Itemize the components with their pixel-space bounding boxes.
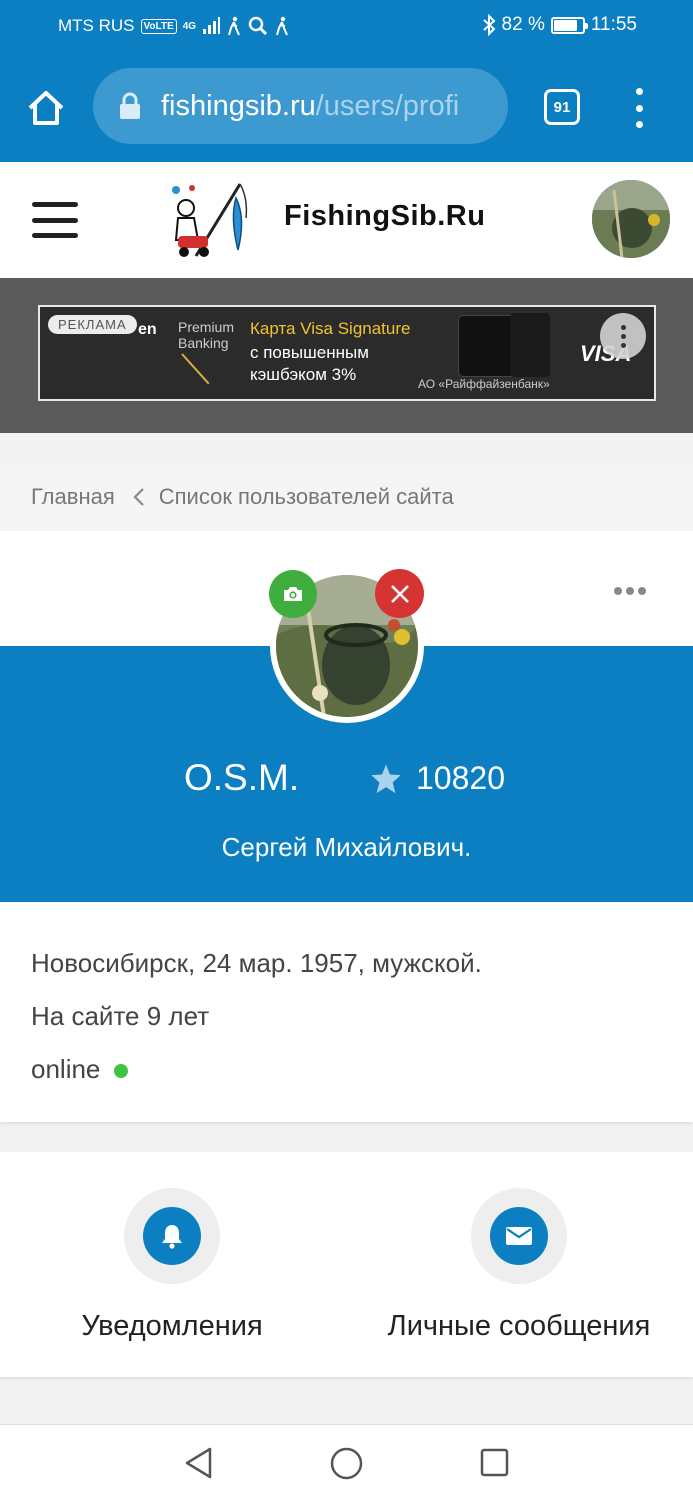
camera-icon [284, 587, 302, 601]
lock-icon [120, 92, 140, 119]
breadcrumb: Главная Список пользователей сайта [0, 463, 693, 531]
battery-fill [553, 19, 577, 31]
profile-details: Новосибирск, 24 мар. 1957, мужской. [31, 948, 482, 978]
ad-title: Карта Visa Signature [250, 319, 411, 338]
chevron-left-icon [133, 488, 144, 506]
battery-icon [550, 16, 588, 34]
notifications-button[interactable]: Уведомления [12, 1188, 332, 1343]
profile-info-card: Новосибирск, 24 мар. 1957, мужской. На с… [0, 902, 693, 1122]
system-nav-bar [0, 1424, 693, 1500]
ad-premium-line1: Premium [178, 319, 235, 335]
messages-button[interactable]: Личные сообщения [359, 1188, 679, 1343]
url-domain: fishingsib.ru [161, 89, 316, 122]
walking-icon-2 [276, 16, 288, 36]
profile-actions: Уведомления Личные сообщения [0, 1152, 693, 1377]
fisherman-logo-icon[interactable] [166, 178, 256, 262]
ad-line-3: кэшбэком 3% [250, 365, 357, 384]
profile-rating: 10820 [370, 760, 505, 797]
profile-username: O.S.M. [184, 757, 300, 798]
browser-menu-button[interactable] [632, 88, 646, 128]
online-dot-icon [114, 1064, 129, 1079]
online-status-text: online [31, 1054, 101, 1084]
ad-premium: Premium Banking [178, 319, 234, 351]
home-nav-icon[interactable] [330, 1447, 363, 1480]
ad-bank-fragment: en [138, 321, 157, 338]
carrier-label: MTS RUS [58, 16, 135, 35]
ad-bank-name: АО «Райффайзенбанк» [418, 377, 550, 391]
volte-badge: VoLTE [140, 18, 177, 34]
ad-premium-line2: Banking [178, 335, 229, 351]
notifications-label: Уведомления [81, 1310, 263, 1342]
signal-icon [203, 17, 221, 34]
ad-label: РЕКЛАМА [48, 315, 137, 334]
ad-decoration [181, 353, 210, 385]
bell-icon [162, 1225, 182, 1249]
profile-membership: На сайте 9 лет [31, 1001, 210, 1031]
messages-label: Личные сообщения [387, 1310, 651, 1342]
address-bar[interactable]: fishingsib.ru/users/profi [93, 68, 508, 144]
status-bar: MTS RUS VoLTE 4G 82 % 11:55 [0, 0, 693, 52]
change-photo-button[interactable] [269, 570, 317, 618]
recent-apps-icon[interactable] [480, 1448, 509, 1477]
search-icon [248, 16, 268, 36]
online-status: online [31, 1054, 129, 1085]
ad-card-image-2 [510, 313, 550, 377]
user-avatar[interactable] [592, 180, 670, 258]
status-right: 82 % 11:55 [482, 14, 637, 36]
notifications-circle [124, 1188, 220, 1284]
ad-section: РЕКЛАМА en Premium Banking Карта Visa Si… [0, 278, 693, 433]
ad-banner[interactable]: РЕКЛАМА en Premium Banking Карта Visa Si… [38, 305, 656, 401]
breadcrumb-home[interactable]: Главная [31, 484, 115, 510]
hamburger-menu-icon[interactable] [32, 202, 78, 238]
status-left: MTS RUS VoLTE 4G [58, 16, 290, 36]
battery-percent: 82 % [501, 14, 545, 35]
tab-count: 91 [553, 98, 571, 116]
back-icon[interactable] [184, 1447, 214, 1479]
site-logo-text[interactable]: FishingSib.Ru [284, 200, 485, 233]
delete-photo-button[interactable] [375, 569, 424, 618]
site-header: FishingSib.Ru [0, 162, 693, 278]
bluetooth-icon [482, 14, 495, 36]
url-path: /users/profi [315, 89, 460, 122]
more-options-icon[interactable] [614, 587, 646, 595]
profile-fullname: Сергей Михайлович. [221, 832, 472, 862]
tabs-button[interactable]: 91 [544, 89, 580, 125]
walking-icon [228, 16, 240, 36]
ad-line-2: с повышенным [250, 343, 369, 362]
clock: 11:55 [590, 14, 637, 35]
star-icon [371, 764, 401, 794]
network-label: 4G [182, 20, 197, 32]
messages-circle [471, 1188, 567, 1284]
browser-toolbar: fishingsib.ru/users/profi 91 [0, 52, 693, 162]
ad-options-icon[interactable] [600, 313, 646, 359]
close-icon [390, 584, 409, 603]
home-icon[interactable] [24, 86, 68, 130]
rating-value: 10820 [416, 760, 505, 796]
breadcrumb-current[interactable]: Список пользователей сайта [159, 484, 454, 510]
envelope-icon [506, 1227, 532, 1245]
